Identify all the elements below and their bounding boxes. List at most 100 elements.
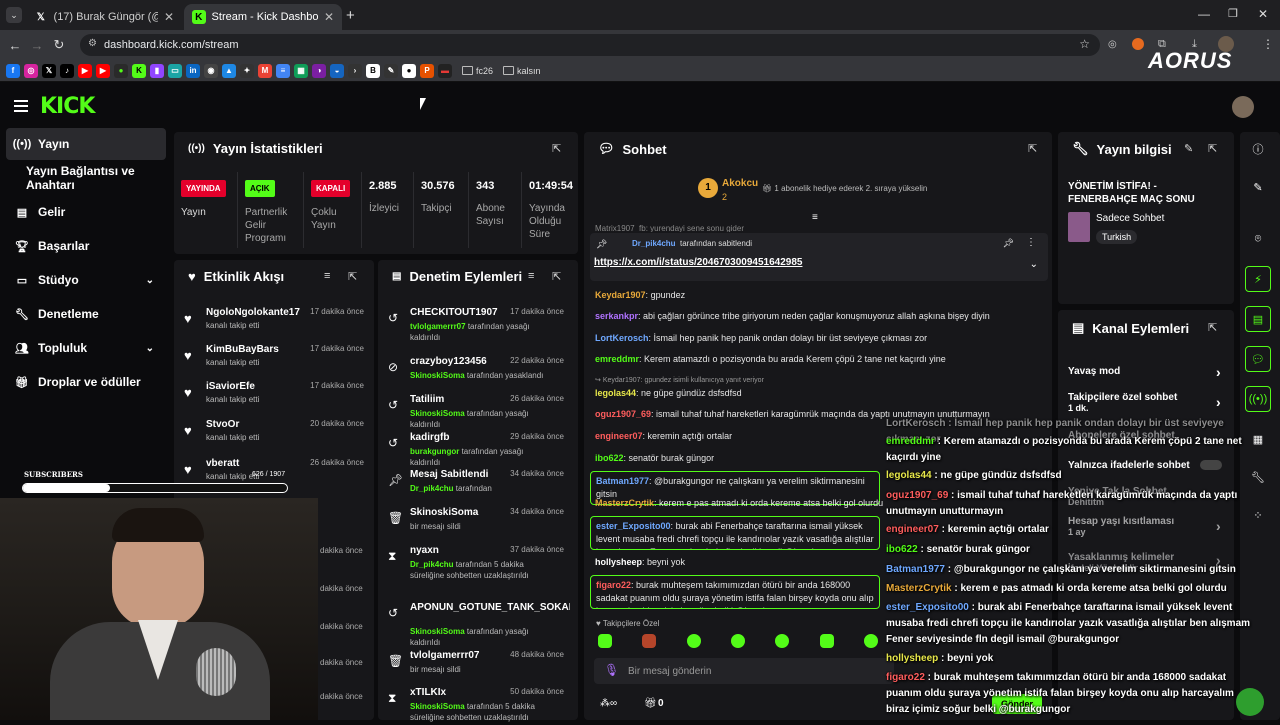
- edit-pencil-icon[interactable]: ✎: [1184, 142, 1193, 155]
- emote-icon[interactable]: [730, 634, 745, 648]
- filter-lines-icon[interactable]: ≡: [812, 212, 818, 223]
- overlay-chat-message: oguz1907_69 : ismail tuhaf tuhaf hareket…: [886, 490, 1238, 517]
- expand-icon[interactable]: ⇱: [552, 142, 561, 155]
- chevron-down-icon[interactable]: ⌄: [1030, 259, 1038, 270]
- expand-icon[interactable]: ⇱: [1208, 321, 1217, 334]
- app-bookmark-icon[interactable]: ▬: [438, 63, 452, 78]
- expand-icon[interactable]: ⇱: [1208, 142, 1217, 155]
- tab-kick[interactable]: K Stream - Kick Dashboard ✕: [184, 4, 342, 30]
- edit-pencil-icon[interactable]: ✎: [1245, 174, 1271, 200]
- emote-icon[interactable]: [642, 634, 657, 648]
- new-tab-plus-icon[interactable]: +: [346, 7, 355, 24]
- subscribers-label: SUBSCRIBERS: [24, 470, 83, 479]
- bookmark-folder-fc26[interactable]: fc26: [462, 66, 493, 76]
- lightning-icon[interactable]: ⚡︎: [1245, 266, 1271, 292]
- twitch-bookmark-icon[interactable]: ▮: [150, 63, 164, 78]
- star-bookmark-icon[interactable]: ✦: [240, 63, 254, 78]
- filter-icon[interactable]: ≡: [324, 270, 330, 282]
- sidebar-item-basarilar[interactable]: 🏆︎ Başarılar: [6, 230, 166, 262]
- minimize-icon[interactable]: —: [1198, 7, 1210, 21]
- expand-icon[interactable]: ⇱: [348, 270, 357, 283]
- category-name[interactable]: Sadece Sohbet: [1096, 213, 1164, 224]
- youtube-bookmark-icon[interactable]: ▶: [78, 63, 92, 78]
- app-bookmark-icon[interactable]: ◑: [312, 63, 326, 78]
- undo-icon: ↺: [388, 606, 399, 620]
- extension-icon[interactable]: ◎: [1108, 39, 1117, 50]
- instagram-bookmark-icon[interactable]: ◎: [24, 63, 38, 78]
- bookmark-folder-kalsin[interactable]: kalsın: [503, 66, 541, 76]
- tiktok-bookmark-icon[interactable]: ♪: [60, 63, 74, 78]
- window-close-icon[interactable]: ✕: [1258, 7, 1268, 21]
- chat-input[interactable]: 🎙︎ Bir mesaj gönderin: [594, 658, 894, 684]
- tab-list-chevron-icon[interactable]: ⌄: [6, 7, 22, 23]
- wrench-icon: 🔧︎: [15, 308, 29, 321]
- menu-dots-icon[interactable]: ⋮: [1262, 37, 1274, 51]
- top-gifter-name[interactable]: Akokcu: [722, 178, 758, 189]
- tab-twitter[interactable]: 𝕏 (17) Burak Güngör (@gungorbu ✕: [26, 4, 182, 30]
- emote-icon[interactable]: [819, 634, 834, 648]
- prime-bookmark-icon[interactable]: ›: [348, 63, 362, 78]
- drop-bookmark-icon[interactable]: ●: [114, 63, 128, 78]
- expand-icon[interactable]: ⇱: [552, 270, 561, 283]
- emote-icon[interactable]: [863, 634, 878, 648]
- kick-bookmark-icon[interactable]: K: [132, 63, 146, 78]
- broadcast-icon[interactable]: ((•)): [1245, 386, 1271, 412]
- document-icon[interactable]: ▤: [1245, 306, 1271, 332]
- action-slow-mode[interactable]: Yavaş mod ›: [1068, 364, 1228, 380]
- facebook-bookmark-icon[interactable]: f: [6, 63, 20, 78]
- heart-icon: ♥: [184, 348, 192, 363]
- expand-icon[interactable]: ⇱: [1028, 142, 1037, 155]
- url-input[interactable]: ⚙ dashboard.kick.com/stream ☆: [80, 34, 1100, 56]
- tab-close-icon[interactable]: ✕: [324, 10, 334, 24]
- app-bookmark-icon[interactable]: P: [420, 63, 434, 78]
- maximize-icon[interactable]: ❐: [1228, 7, 1238, 20]
- emote-icon[interactable]: [598, 634, 612, 648]
- chat-bubble-icon[interactable]: 💬︎: [1245, 346, 1271, 372]
- microphone-icon[interactable]: 🎙︎: [604, 663, 619, 677]
- sidebar-item-gelir[interactable]: ▤ Gelir: [6, 196, 166, 228]
- filter-icon[interactable]: ≡: [528, 270, 534, 282]
- app-bookmark-icon[interactable]: ◉: [204, 63, 218, 78]
- info-icon[interactable]: ⓘ: [1245, 136, 1271, 162]
- gift-icon[interactable]: 🎁︎: [644, 698, 657, 709]
- app-bookmark-icon[interactable]: B: [366, 63, 380, 78]
- youtube-bookmark-icon[interactable]: ▶: [96, 63, 110, 78]
- x-bookmark-icon[interactable]: 𝕏: [42, 63, 56, 78]
- emote-icon[interactable]: [775, 634, 790, 648]
- emote-icon[interactable]: [686, 634, 701, 648]
- back-arrow-icon[interactable]: ←: [4, 34, 26, 56]
- camera-icon[interactable]: ⌾: [1245, 226, 1271, 252]
- feed-time-partial: dakika önce: [320, 692, 363, 701]
- chat-bookmark-icon[interactable]: ▭: [168, 63, 182, 78]
- action-followers-only[interactable]: Takipçilere özel sohbet 1 dk. ›: [1068, 392, 1228, 413]
- pinned-link[interactable]: https://x.com/i/status/20467030094516429…: [594, 257, 802, 268]
- sidebar-item-denetleme[interactable]: 🔧︎ Denetleme: [6, 298, 166, 330]
- sidebar-item-yayin[interactable]: ((•)) Yayın: [6, 128, 166, 160]
- emote-row: [598, 634, 878, 650]
- user-avatar[interactable]: [1232, 96, 1254, 118]
- drive-bookmark-icon[interactable]: ▲: [222, 63, 236, 78]
- unpin-icon[interactable]: 📌︎: [1003, 238, 1014, 249]
- reload-icon[interactable]: ↻: [48, 34, 70, 56]
- linkedin-bookmark-icon[interactable]: in: [186, 63, 200, 78]
- gmail-bookmark-icon[interactable]: M: [258, 63, 272, 78]
- sidebar-item-yayin-baglantisi[interactable]: Yayın Bağlantısı ve Anahtarı: [6, 162, 166, 194]
- stat-label: Yayın: [181, 207, 206, 218]
- sidebar-item-droplar[interactable]: 🎁︎ Droplar ve ödüller: [6, 366, 166, 398]
- tab-close-icon[interactable]: ✕: [164, 10, 174, 24]
- sidebar-item-studyo[interactable]: ▭ Stüdyo ⌄: [6, 264, 166, 296]
- kick-logo[interactable]: KICK: [40, 94, 95, 119]
- menu-dots-icon[interactable]: ⋮: [1026, 237, 1036, 248]
- bookmark-star-icon[interactable]: ☆: [1079, 37, 1090, 51]
- channel-points-icon[interactable]: ⁂∞: [600, 698, 617, 709]
- app-bookmark-icon[interactable]: ●: [402, 63, 416, 78]
- docs-bookmark-icon[interactable]: ≡: [276, 63, 290, 78]
- sidebar-item-topluluk[interactable]: 👥︎ Topluluk ⌄: [6, 332, 166, 364]
- extension-icon[interactable]: [1132, 38, 1144, 50]
- app-bookmark-icon[interactable]: ✎: [384, 63, 398, 78]
- forward-arrow-icon[interactable]: →: [26, 34, 48, 56]
- site-info-icon[interactable]: ⚙: [88, 38, 97, 49]
- app-bookmark-icon[interactable]: ◒: [330, 63, 344, 78]
- hamburger-menu-icon[interactable]: [14, 100, 28, 112]
- sheets-bookmark-icon[interactable]: ▦: [294, 63, 308, 78]
